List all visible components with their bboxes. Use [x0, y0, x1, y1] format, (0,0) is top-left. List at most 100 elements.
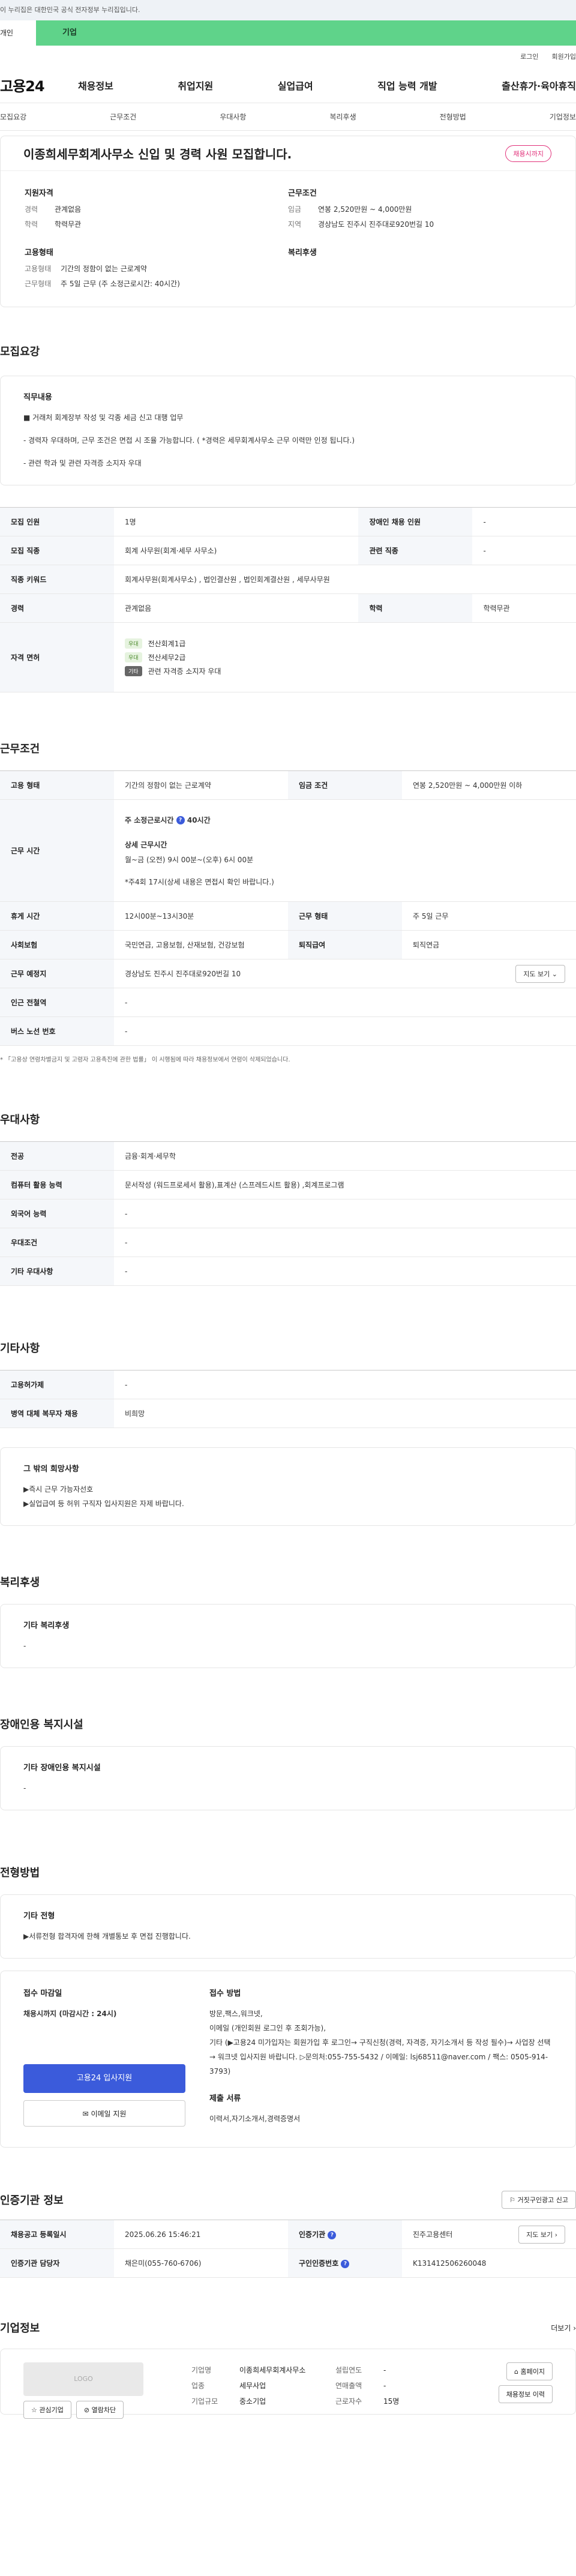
no-value: K131412506260048 — [402, 2248, 576, 2278]
member-tabs: 개인 기업 — [0, 20, 576, 46]
recruit-value: 관계없음 — [114, 593, 359, 623]
table-row: 병역 대체 복무자 채용 비희망 — [0, 1399, 576, 1428]
gnb-item-benefit[interactable]: 실업급여 — [278, 78, 313, 92]
recruit-value: 1명 — [114, 507, 359, 536]
bus-value: - — [114, 1016, 576, 1046]
table-row: 근무 시간 주 소정근로시간 ? 40시간 상세 근무시간 월~금 (오전) 9… — [0, 799, 576, 902]
welfare-sub-heading: 기타 복리후생 — [23, 1621, 70, 1630]
snb-item-preference[interactable]: 우대사항 — [220, 112, 246, 122]
sales-key: 연매출액 — [335, 2382, 362, 2390]
table-row: 고용 형태 기간의 정함이 없는 근로계약 임금 조건 연봉 2,520만원 ~ 4,… — [0, 770, 576, 800]
welfare-box: 기타 복리후생 - — [0, 1604, 576, 1668]
hope-line-1: ▶즉시 근무 가능자선호 — [23, 1485, 94, 1494]
etc-key: 고용허가제 — [0, 1370, 114, 1399]
time-detail: 주 소정근로시간 ? 40시간 상세 근무시간 월~금 (오전) 9시 00분~… — [114, 799, 576, 902]
etc-value: 비희망 — [114, 1399, 576, 1428]
deadline-value: 채용시까지 (마감시간 : 24시) — [23, 2010, 117, 2018]
bus-key: 버스 노선 번호 — [0, 1016, 114, 1046]
email-apply-button[interactable]: ✉ 이메일 지원 — [23, 2100, 185, 2127]
recruit-section-title: 모집요강 — [0, 346, 40, 358]
company-more-link[interactable]: 더보기 › — [551, 2323, 576, 2333]
map-button[interactable]: 지도 보기 ⌄ — [515, 964, 565, 983]
time-detail-label: 상세 근무시간 — [125, 840, 167, 849]
mgr-key: 인증기관 담당자 — [0, 2248, 114, 2278]
email-apply-label: 이메일 지원 — [91, 2110, 127, 2118]
place-key: 근무 예정지 — [0, 959, 114, 988]
subway-value: - — [114, 988, 576, 1017]
chevron-down-icon: ⌄ — [551, 970, 557, 978]
agency-section-title: 인증기관 정보 — [0, 2194, 64, 2207]
welfare-section-title: 복리후생 — [0, 1576, 40, 1589]
agency-map-button[interactable]: 지도 보기 › — [518, 2225, 565, 2244]
gnb-item-jobs[interactable]: 채용정보 — [78, 78, 113, 92]
table-row: 외국어 능력 - — [0, 1199, 576, 1228]
recruit-value: - — [472, 507, 576, 536]
sales-value: - — [383, 2382, 386, 2390]
etc-key: 병역 대체 복무자 채용 — [0, 1399, 114, 1428]
block-icon: ⊘ — [83, 2406, 90, 2414]
company-card: LOGO ☆ 관심기업 ⊘ 열람차단 기업명 이종희세무회계사무소 업종 세무사업 … — [0, 2349, 576, 2419]
subway-key: 인근 전철역 — [0, 988, 114, 1017]
apply-box: 접수 마감일 채용시까지 (마감시간 : 24시) 고용24 입사지원 ✉ 이메… — [0, 1971, 576, 2148]
signup-link[interactable]: 회원가입 — [552, 52, 576, 61]
place-cell: 경상남도 진주시 진주대로920번길 10 지도 보기 ⌄ — [114, 959, 576, 988]
map-button-label: 지도 보기 — [523, 970, 550, 978]
tab-personal[interactable]: 개인 — [0, 20, 36, 46]
employees-value: 15명 — [383, 2397, 400, 2406]
tab-company[interactable]: 기업 — [36, 20, 576, 46]
report-button[interactable]: ⚐ 거짓구인광고 신고 — [502, 2191, 576, 2209]
employment-heading: 고용형태 — [25, 248, 53, 257]
favorite-label: 관심기업 — [39, 2406, 64, 2414]
gnb-item-support[interactable]: 취업지원 — [178, 78, 213, 92]
table-row: 모집 인원 1명 장애인 채용 인원 - — [0, 507, 576, 536]
info-icon[interactable]: ? — [328, 2230, 337, 2239]
table-row: 인증기관 담당자 채은미(055-760-6706) 구인인증번호 ? K131412… — [0, 2248, 576, 2278]
industry-key: 업종 — [191, 2382, 205, 2390]
info-icon: ? — [176, 816, 185, 824]
gnb-item-training[interactable]: 직업 능력 개발 — [377, 78, 437, 92]
wage-key: 임금 조건 — [288, 770, 402, 800]
pref-value: - — [114, 1199, 576, 1228]
pref-value: - — [114, 1256, 576, 1286]
recruit-key: 모집 직종 — [0, 536, 114, 565]
gov-banner: 이 누리집은 대한민국 공식 전자정부 누리집입니다. — [0, 0, 576, 20]
snb-item-welfare[interactable]: 복리후생 — [329, 112, 356, 122]
snb-item-process[interactable]: 전형방법 — [440, 112, 466, 122]
site-logo[interactable]: 고용24 — [0, 74, 78, 95]
snb-item-recruit[interactable]: 모집요강 — [0, 112, 26, 122]
recruit-key: 학력 — [358, 593, 473, 623]
global-nav: 고용24 채용정보 취업지원 실업급여 직업 능력 개발 출산휴가·육아휴직 — [0, 67, 576, 103]
workform-label: 근무형태 — [25, 280, 52, 288]
apply-button[interactable]: 고용24 입사지원 — [23, 2064, 185, 2093]
duty-line-3: - 관련 학과 및 관련 자격증 소지자 우대 — [23, 459, 142, 467]
gnb-item-leave[interactable]: 출산휴가·육아휴직 — [502, 78, 576, 92]
time-detail-line: 월~금 (오전) 9시 00분~(오후) 6시 00분 — [125, 855, 254, 864]
org-key-cell: 인증기관 ? — [288, 2220, 402, 2249]
history-button[interactable]: 채용정보 이력 — [498, 2385, 553, 2403]
employees-key: 근로자수 — [335, 2397, 362, 2406]
pref-key: 우대조건 — [0, 1228, 114, 1257]
recruit-key: 경력 — [0, 593, 114, 623]
retire-value: 퇴직연금 — [402, 930, 576, 959]
age-note: * 「고용상 연령차별금지 및 고령자 고용촉진에 관한 법률」 이 시행됨에 … — [0, 1057, 290, 1063]
favorite-company-button[interactable]: ☆ 관심기업 — [23, 2401, 71, 2419]
condition-section-title: 근무조건 — [0, 743, 40, 755]
retire-key: 퇴직급여 — [288, 930, 402, 959]
process-box: 기타 전형 ▶서류전형 합격자에 한해 개별통보 후 면접 진행합니다. — [0, 1894, 576, 1959]
disability-sub-heading: 기타 장애인용 복지시설 — [23, 1764, 101, 1773]
login-link[interactable]: 로그인 — [520, 52, 538, 61]
snb-item-condition[interactable]: 근무조건 — [110, 112, 136, 122]
snb-item-company[interactable]: 기업정보 — [550, 112, 576, 122]
duty-line-2: - 경력자 우대하며, 근무 조건은 면접 시 조율 가능합니다. ( *경력은… — [23, 436, 355, 445]
pref-key: 외국어 능력 — [0, 1199, 114, 1228]
homepage-button[interactable]: ⌂ 홈페이지 — [506, 2362, 553, 2380]
table-row: 전공 금융·회계·세무학 — [0, 1141, 576, 1171]
rest-value: 12시00분~13시30분 — [114, 901, 288, 931]
disability-value: - — [23, 1784, 26, 1792]
block-company-button[interactable]: ⊘ 열람차단 — [76, 2401, 124, 2419]
info-icon[interactable]: ? — [341, 2259, 350, 2268]
pref-value: - — [114, 1228, 576, 1257]
industry-value: 세무사업 — [239, 2382, 266, 2390]
table-row: 경력 관계없음 학력 학력무관 — [0, 593, 576, 623]
recruit-key: 장애인 채용 인원 — [358, 507, 473, 536]
